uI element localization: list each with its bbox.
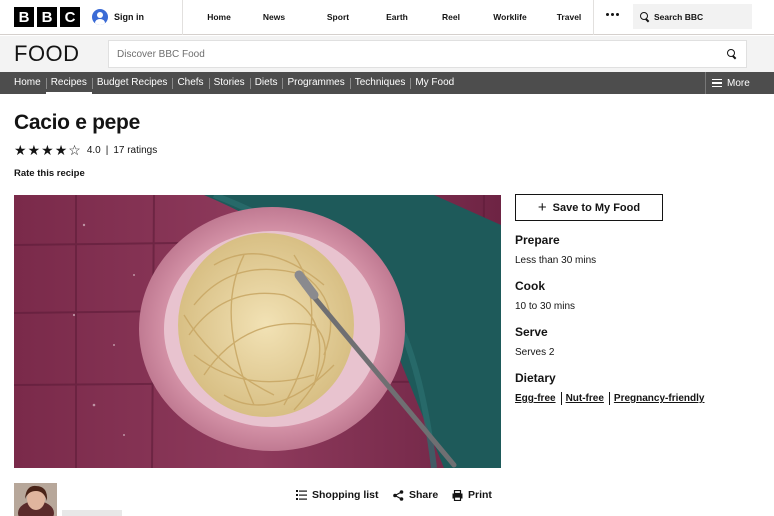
- save-to-my-food-button[interactable]: + Save to My Food: [515, 194, 663, 221]
- section-more-button[interactable]: More: [705, 72, 774, 94]
- food-header: FOOD: [0, 36, 774, 72]
- recipe-title: Cacio e pepe: [14, 111, 140, 134]
- section-nav-techniques[interactable]: Techniques: [349, 72, 411, 94]
- plus-icon: +: [537, 199, 547, 216]
- dietary-heading: Dietary: [515, 371, 556, 385]
- bbc-nav-sport[interactable]: Sport: [306, 0, 370, 35]
- rating-count: 17 ratings: [113, 144, 158, 156]
- share-icon: [393, 489, 404, 501]
- bbc-logo-letter: B: [14, 7, 34, 27]
- divider: [182, 0, 183, 35]
- sign-in-label: Sign in: [114, 12, 144, 22]
- section-nav-diets[interactable]: Diets: [249, 72, 283, 94]
- more-menu-icon[interactable]: [606, 13, 619, 16]
- bbc-search-label: Search BBC: [654, 11, 704, 22]
- print-button[interactable]: Print: [452, 489, 492, 501]
- chef-name-placeholder: [62, 510, 122, 516]
- section-nav-my-food[interactable]: My Food: [410, 72, 459, 94]
- bbc-nav: Home News Sport Earth Reel Worklife Trav…: [196, 0, 596, 35]
- section-nav-chefs[interactable]: Chefs: [172, 72, 208, 94]
- rating-value: 4.0: [86, 144, 101, 156]
- star-filled-icon[interactable]: ★: [41, 143, 54, 157]
- star-empty-icon[interactable]: ☆: [68, 143, 81, 157]
- print-label: Print: [468, 489, 492, 501]
- section-nav: Home Recipes Budget Recipes Chefs Storie…: [0, 72, 774, 94]
- print-icon: [452, 489, 463, 501]
- star-filled-icon[interactable]: ★: [55, 143, 68, 157]
- prepare-heading: Prepare: [515, 233, 560, 247]
- section-nav-recipes[interactable]: Recipes: [45, 72, 92, 94]
- bbc-nav-worklife[interactable]: Worklife: [478, 0, 542, 35]
- serve-value: Serves 2: [515, 347, 555, 358]
- section-nav-stories[interactable]: Stories: [208, 72, 250, 94]
- save-label: Save to My Food: [552, 201, 641, 214]
- dietary-tag-pregnancy-friendly[interactable]: Pregnancy-friendly: [608, 392, 710, 405]
- share-button[interactable]: Share: [393, 489, 438, 501]
- bbc-search-button[interactable]: Search BBC: [633, 4, 752, 29]
- section-nav-home[interactable]: Home: [9, 72, 46, 94]
- bbc-nav-earth[interactable]: Earth: [370, 0, 424, 35]
- star-filled-icon[interactable]: ★: [14, 143, 27, 157]
- menu-icon: [712, 78, 722, 88]
- chef-avatar[interactable]: [14, 483, 57, 516]
- star-rating[interactable]: ★ ★ ★ ★ ☆: [14, 143, 81, 157]
- section-more-label: More: [727, 77, 750, 89]
- food-search-bar: [108, 40, 747, 68]
- star-filled-icon[interactable]: ★: [28, 143, 41, 157]
- list-icon: [296, 490, 307, 500]
- user-icon: [92, 9, 108, 25]
- recipe-image: [14, 195, 501, 468]
- rating-summary: ★ ★ ★ ★ ☆ 4.0 | 17 ratings: [14, 143, 157, 157]
- dietary-tag-nut-free[interactable]: Nut-free: [560, 392, 609, 405]
- section-nav-budget-recipes[interactable]: Budget Recipes: [91, 72, 173, 94]
- shopping-list-button[interactable]: Shopping list: [296, 489, 379, 501]
- rate-recipe-link[interactable]: Rate this recipe: [14, 168, 85, 179]
- prepare-value: Less than 30 mins: [515, 255, 597, 266]
- bbc-nav-reel[interactable]: Reel: [424, 0, 478, 35]
- section-nav-programmes[interactable]: Programmes: [282, 72, 349, 94]
- rating-separator: |: [105, 144, 109, 156]
- bbc-nav-travel[interactable]: Travel: [542, 0, 596, 35]
- share-label: Share: [409, 489, 439, 501]
- bbc-logo[interactable]: B B C: [14, 7, 80, 27]
- serve-heading: Serve: [515, 325, 548, 339]
- bbc-global-bar: B B C Sign in Home News Sport Earth Reel…: [0, 0, 774, 35]
- search-icon: [640, 12, 649, 21]
- shopping-list-label: Shopping list: [312, 489, 379, 501]
- bbc-logo-letter: B: [37, 7, 57, 27]
- divider: [593, 0, 594, 35]
- sign-in-link[interactable]: Sign in: [92, 9, 144, 25]
- cook-heading: Cook: [515, 279, 545, 293]
- dietary-tags: Egg-free Nut-free Pregnancy-friendly: [515, 392, 710, 405]
- cook-value: 10 to 30 mins: [515, 301, 576, 312]
- food-search-input[interactable]: [109, 48, 709, 60]
- bbc-nav-news[interactable]: News: [242, 0, 306, 35]
- food-logo[interactable]: FOOD: [14, 41, 80, 67]
- bbc-logo-letter: C: [60, 7, 80, 27]
- bbc-nav-home[interactable]: Home: [196, 0, 242, 35]
- search-icon[interactable]: [727, 49, 736, 58]
- dietary-tag-egg-free[interactable]: Egg-free: [515, 393, 561, 404]
